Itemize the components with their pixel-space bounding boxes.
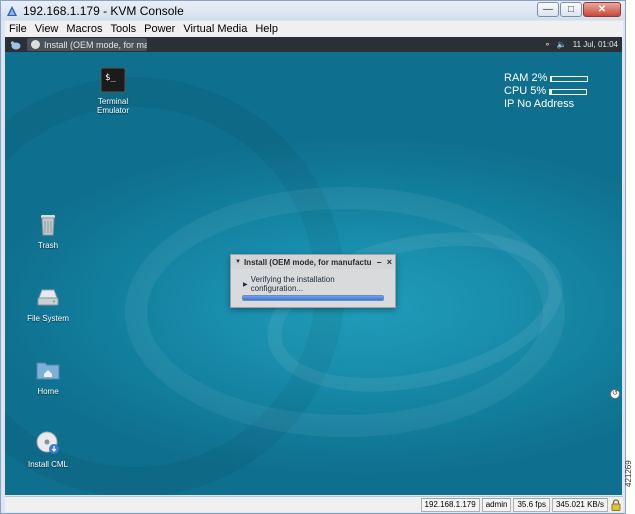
dialog-title: Install (OEM mode, for manufactu bbox=[243, 257, 372, 267]
system-tray: ⚬ 🔈 11 Jul, 01:04 bbox=[538, 37, 618, 52]
cursor-indicator-icon: ↺ bbox=[610, 389, 620, 399]
ip-label: IP No Address bbox=[504, 98, 575, 110]
install-progress-fill bbox=[243, 296, 383, 300]
status-bar: 192.168.1.179 admin 35.6 fps 345.021 KB/… bbox=[5, 496, 623, 512]
terminal-icon: $_ bbox=[100, 67, 126, 93]
desktop-icon-install-cml[interactable]: Install CML bbox=[18, 430, 78, 469]
installer-dialog[interactable]: ▼ Install (OEM mode, for manufactu – × ▶… bbox=[230, 254, 396, 308]
menu-tools[interactable]: Tools bbox=[106, 23, 140, 35]
expander-arrow-icon[interactable]: ▶ bbox=[243, 281, 248, 288]
figure-id: 421269 bbox=[624, 460, 633, 487]
status-rate: 345.021 KB/s bbox=[551, 497, 608, 512]
menu-virtual-media[interactable]: Virtual Media bbox=[179, 23, 251, 35]
home-folder-icon bbox=[36, 362, 60, 380]
dialog-minimize-icon[interactable]: – bbox=[377, 257, 382, 267]
taskbar-window-label: Install (OEM mode, for manu... bbox=[44, 39, 147, 50]
wallpaper-swirl bbox=[125, 187, 565, 437]
status-host: 192.168.1.179 bbox=[420, 497, 480, 512]
taskbar-window-button[interactable]: Install (OEM mode, for manu... bbox=[27, 38, 147, 51]
cpu-label: CPU 5% bbox=[504, 85, 547, 97]
desktop-icon-trash[interactable]: Trash bbox=[18, 211, 78, 250]
menubar: File View Macros Tools Power Virtual Med… bbox=[5, 21, 623, 37]
remote-desktop[interactable]: Install (OEM mode, for manu... ⚬ 🔈 11 Ju… bbox=[5, 37, 622, 495]
window-title: 192.168.1.179 - KVM Console bbox=[23, 3, 184, 18]
menu-power[interactable]: Power bbox=[140, 23, 179, 35]
desktop-icon-file-system[interactable]: File System bbox=[18, 284, 78, 323]
dialog-controls: – × bbox=[372, 255, 392, 269]
window-titlebar[interactable]: 192.168.1.179 - KVM Console — □ ✕ bbox=[1, 1, 625, 20]
clock[interactable]: 11 Jul, 01:04 bbox=[573, 40, 618, 49]
xfce-mouse-icon bbox=[10, 40, 20, 49]
lock-icon bbox=[611, 498, 621, 511]
close-button[interactable]: ✕ bbox=[583, 2, 621, 17]
kvm-app-icon bbox=[7, 5, 17, 16]
dialog-status: ▶ Verifying the installation configurati… bbox=[243, 275, 387, 293]
ram-bar-fill bbox=[551, 76, 553, 81]
status-user: admin bbox=[481, 497, 512, 512]
volume-icon[interactable]: 🔈 bbox=[557, 40, 567, 49]
menu-macros[interactable]: Macros bbox=[62, 23, 106, 35]
window-controls: — □ ✕ bbox=[536, 2, 621, 17]
wallpaper-swirl bbox=[252, 207, 578, 417]
ram-bar bbox=[550, 75, 589, 82]
kvm-window: 192.168.1.179 - KVM Console — □ ✕ File V… bbox=[0, 0, 626, 514]
desktop-icon-label: File System bbox=[27, 314, 69, 323]
menu-help[interactable]: Help bbox=[251, 23, 282, 35]
cpu-bar bbox=[549, 88, 588, 95]
desktop-icon-label: Home bbox=[37, 387, 59, 396]
window-menu-icon[interactable]: ▼ bbox=[235, 259, 241, 265]
svg-text:$_: $_ bbox=[105, 73, 116, 83]
ram-label: RAM 2% bbox=[504, 72, 548, 84]
desktop-icon-label: Trash bbox=[37, 241, 59, 250]
network-icon[interactable]: ⚬ bbox=[544, 40, 551, 49]
trash-icon bbox=[41, 215, 55, 236]
cpu-bar-fill bbox=[550, 89, 552, 94]
status-fps: 35.6 fps bbox=[513, 497, 550, 512]
desktop-icon-terminal[interactable]: $_ Terminal Emulator bbox=[83, 67, 143, 115]
installer-task-icon bbox=[31, 40, 40, 49]
desktop-icon-home[interactable]: Home bbox=[18, 357, 78, 396]
disc-install-icon bbox=[36, 431, 59, 454]
maximize-button[interactable]: □ bbox=[560, 2, 582, 17]
drive-icon bbox=[37, 289, 59, 306]
minimize-icon: — bbox=[543, 4, 553, 15]
maximize-icon: □ bbox=[567, 4, 575, 15]
menu-view[interactable]: View bbox=[31, 23, 63, 35]
menu-file[interactable]: File bbox=[5, 23, 31, 35]
install-progress-bar bbox=[242, 295, 384, 301]
start-menu-button[interactable] bbox=[7, 37, 23, 52]
system-monitor: RAM 2% CPU 5% IP No Address bbox=[504, 72, 589, 111]
close-icon: ✕ bbox=[597, 4, 607, 15]
dialog-titlebar[interactable]: ▼ Install (OEM mode, for manufactu – × bbox=[231, 255, 395, 269]
taskbar: Install (OEM mode, for manu... ⚬ 🔈 11 Ju… bbox=[5, 37, 622, 52]
dialog-body: ▶ Verifying the installation configurati… bbox=[231, 269, 395, 301]
dialog-status-text: Verifying the installation configuration… bbox=[250, 275, 335, 293]
minimize-button[interactable]: — bbox=[537, 2, 559, 17]
desktop-icon-label: Terminal Emulator bbox=[96, 97, 129, 115]
desktop-icon-label: Install CML bbox=[27, 460, 68, 469]
dialog-close-icon[interactable]: × bbox=[387, 257, 392, 267]
